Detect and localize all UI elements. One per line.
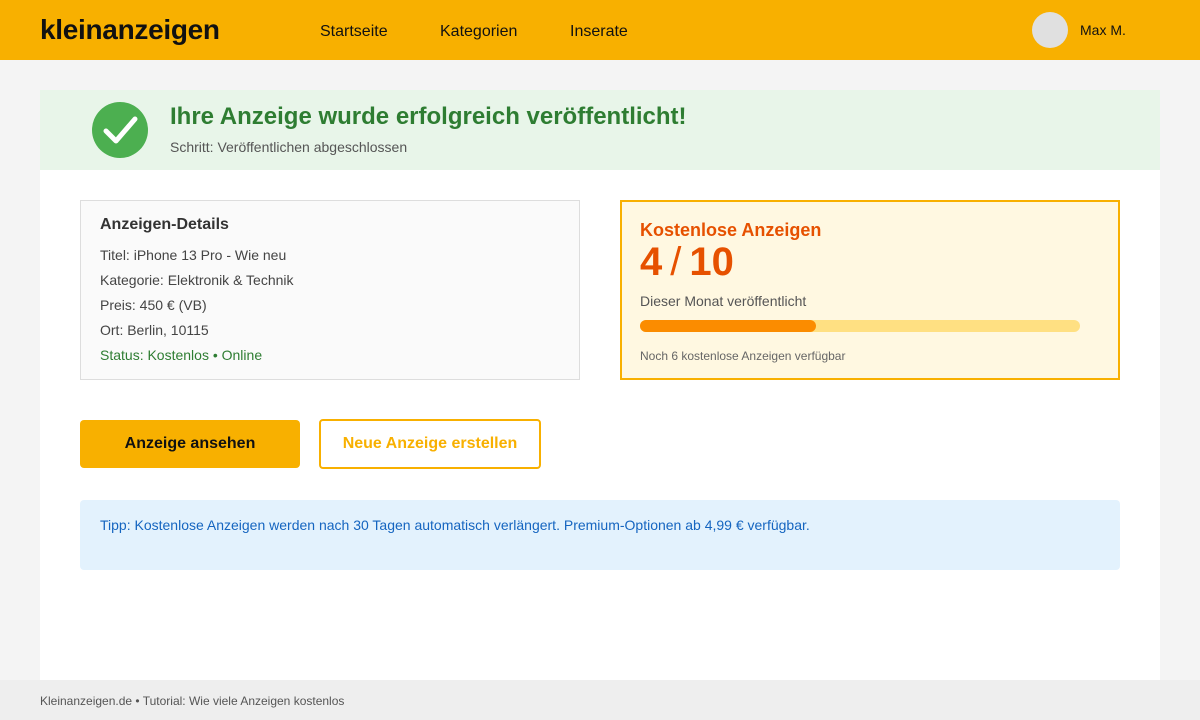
nav-startseite[interactable]: Startseite: [320, 23, 388, 41]
ad-detail-location: Ort: Berlin, 10115: [100, 322, 209, 338]
new-ad-button[interactable]: Neue Anzeige erstellen: [319, 419, 541, 469]
success-subtitle: Schritt: Veröffentlichen abgeschlossen: [170, 139, 408, 155]
ad-detail-title: Titel: iPhone 13 Pro - Wie neu: [100, 247, 287, 263]
quota-title: Kostenlose Anzeigen: [640, 220, 822, 240]
checkmark-icon: [92, 102, 148, 158]
quota-used: 4: [640, 240, 663, 284]
ad-detail-category: Kategorie: Elektronik & Technik: [100, 272, 294, 288]
user-name[interactable]: Max M.: [1080, 22, 1126, 38]
success-title: Ihre Anzeige wurde erfolgreich veröffent…: [170, 103, 687, 130]
ad-details-title: Anzeigen-Details: [100, 216, 229, 233]
quota-progress-fill: [640, 320, 816, 332]
quota-progress-bar: [640, 320, 1080, 332]
ad-detail-price: Preis: 450 € (VB): [100, 297, 207, 313]
tip-text: Tipp: Kostenlose Anzeigen werden nach 30…: [100, 517, 810, 533]
avatar[interactable]: [1032, 12, 1068, 48]
quota-count: 4/10: [640, 240, 734, 284]
site-logo[interactable]: kleinanzeigen: [40, 14, 220, 46]
nav-inserate[interactable]: Inserate: [570, 23, 628, 41]
nav-kategorien[interactable]: Kategorien: [440, 23, 517, 41]
tip-box: [80, 500, 1120, 570]
footer-text: Kleinanzeigen.de • Tutorial: Wie viele A…: [40, 694, 345, 708]
quota-separator: /: [670, 240, 682, 284]
quota-total: 10: [689, 240, 734, 284]
main-card: [40, 90, 1160, 680]
quota-note: Noch 6 kostenlose Anzeigen verfügbar: [640, 349, 846, 363]
view-ad-button[interactable]: Anzeige ansehen: [80, 420, 300, 468]
quota-subtitle: Dieser Monat veröffentlicht: [640, 293, 807, 309]
ad-detail-status: Status: Kostenlos • Online: [100, 347, 263, 363]
